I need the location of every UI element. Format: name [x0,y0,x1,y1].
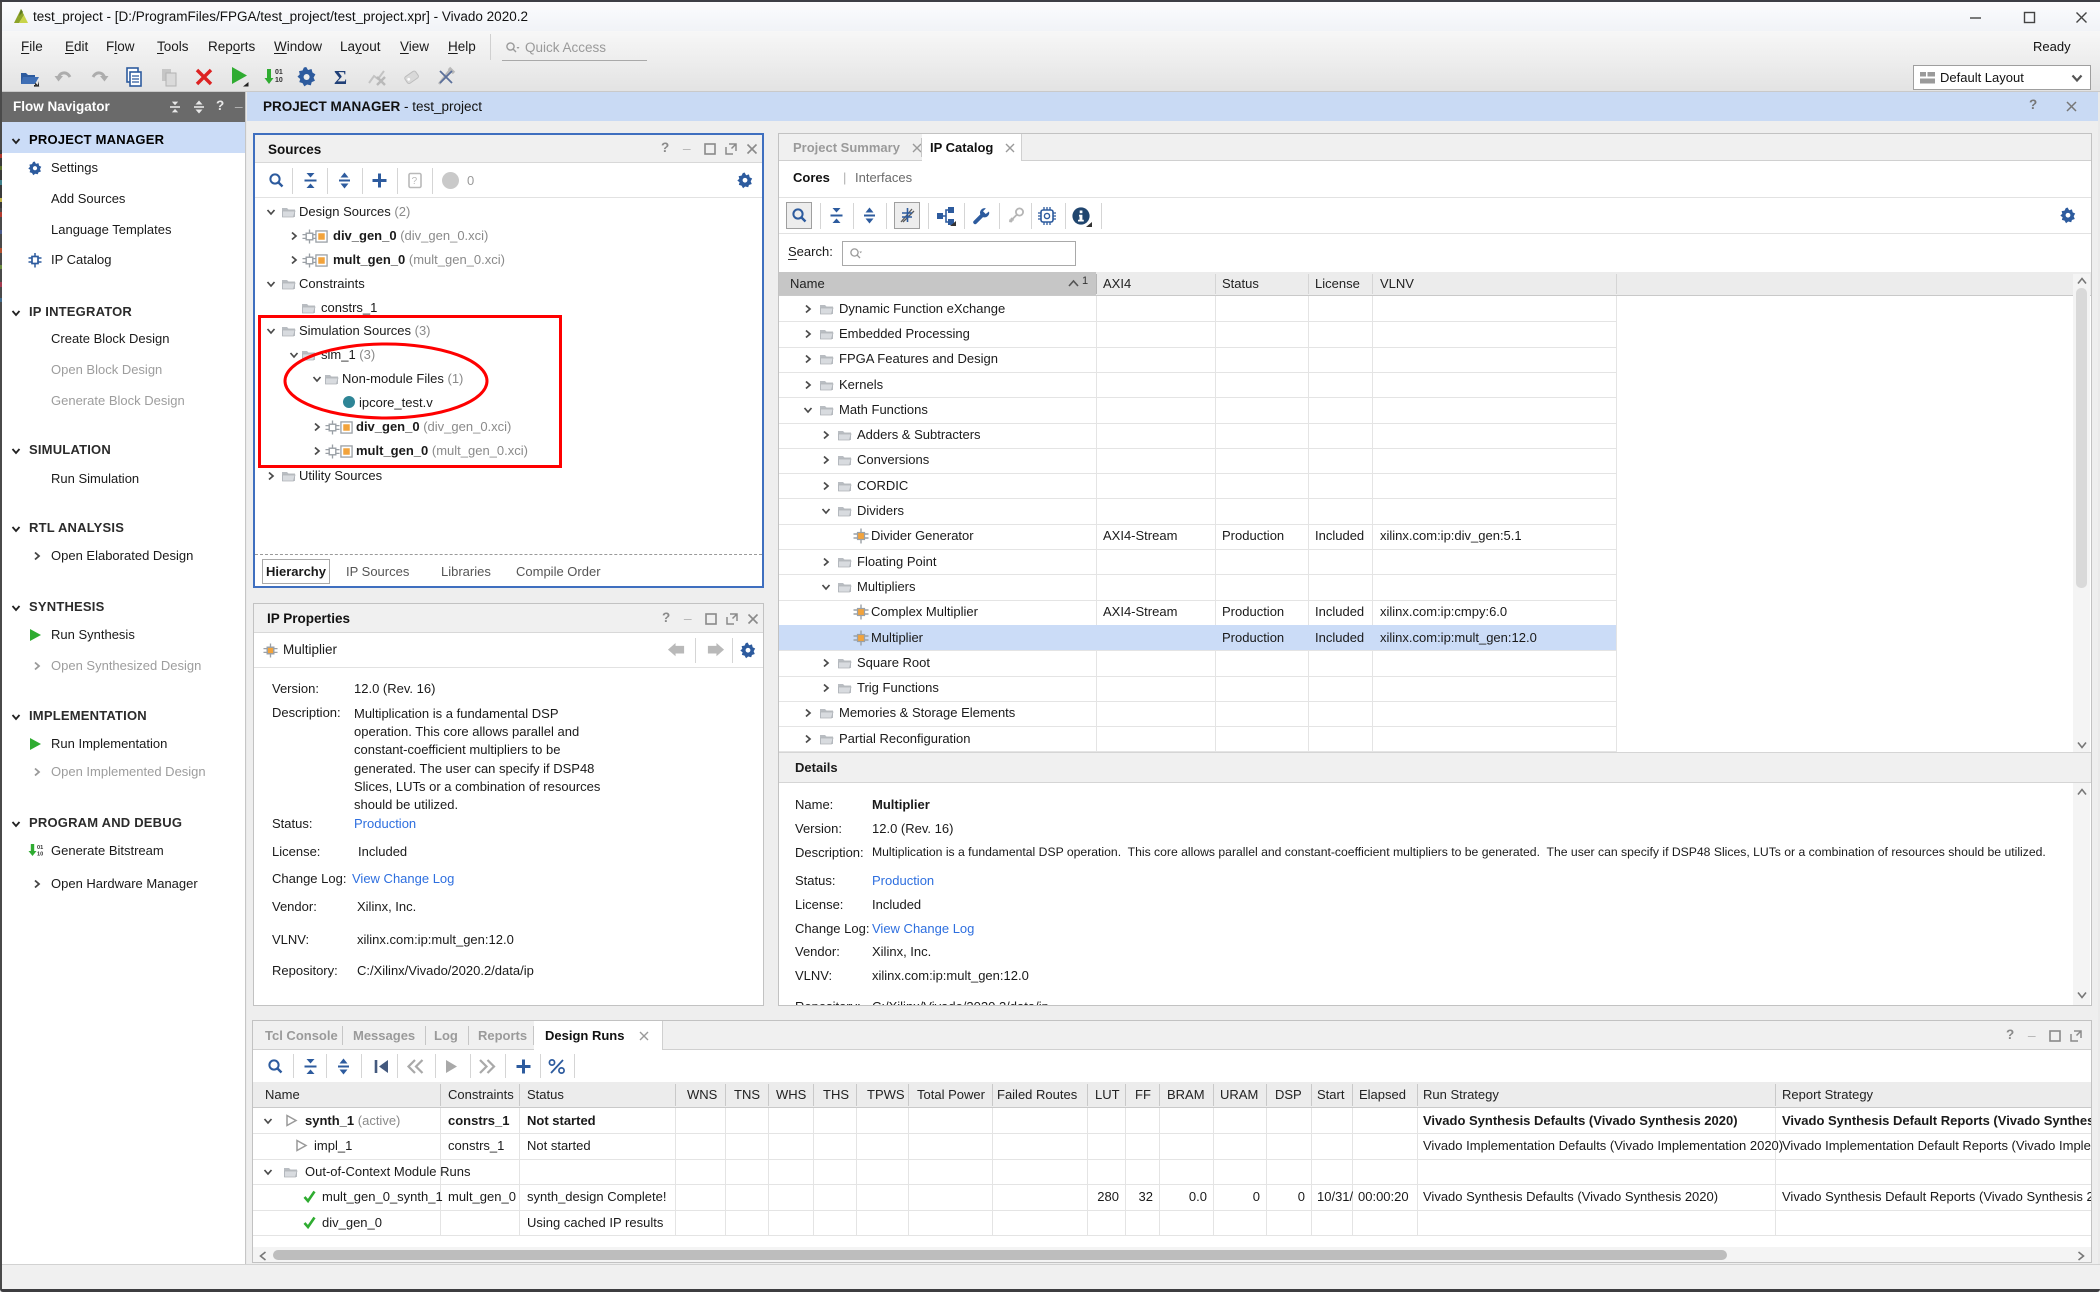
svg-text:01: 01 [275,69,283,76]
svg-text:Σ: Σ [334,67,347,89]
svg-text:?: ? [412,176,418,187]
svg-text:10: 10 [275,77,283,84]
svg-text:01: 01 [37,845,43,851]
svg-text:10: 10 [37,852,43,858]
